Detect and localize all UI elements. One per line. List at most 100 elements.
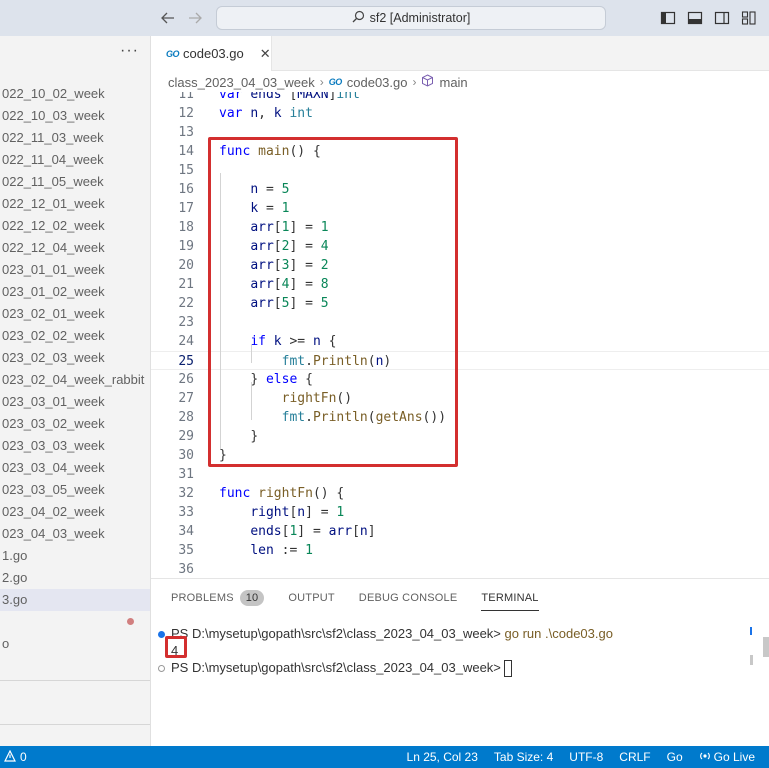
line-number: 16 <box>178 182 194 197</box>
folder-item[interactable]: 023_02_04_week_rabbit <box>0 369 150 391</box>
folder-item[interactable]: 023_01_02_week <box>0 281 150 303</box>
folder-item[interactable]: 023_02_03_week <box>0 347 150 369</box>
breadcrumb-folder[interactable]: class_2023_04_03_week <box>168 75 315 90</box>
tab-output[interactable]: OUTPUT <box>288 589 334 611</box>
code-text: len := 1 <box>250 543 313 558</box>
tab-debug-console[interactable]: DEBUG CONSOLE <box>359 589 458 611</box>
tab-terminal[interactable]: TERMINAL <box>481 589 539 611</box>
file-item[interactable]: o <box>0 633 150 655</box>
problems-count-badge: 10 <box>239 590 265 606</box>
folder-item[interactable]: 022_11_03_week <box>0 127 150 149</box>
line-number: 11 <box>178 92 194 102</box>
toggle-secondary-sidebar-icon[interactable] <box>714 10 730 26</box>
line-number: 31 <box>178 467 194 482</box>
code-line[interactable]: 33 right[n] = 1 <box>151 503 769 522</box>
scroll-marker <box>750 627 752 635</box>
terminal-prompt: PS D:\mysetup\gopath\src\sf2\class_2023_… <box>171 626 501 641</box>
line-number: 22 <box>178 296 194 311</box>
line-ending[interactable]: CRLF <box>619 750 650 764</box>
code-text: func rightFn() { <box>219 486 345 501</box>
command-pending-dot <box>158 665 165 672</box>
folder-item[interactable]: 023_02_02_week <box>0 325 150 347</box>
code-text: right[n] = 1 <box>250 505 345 520</box>
terminal-cursor <box>503 660 512 678</box>
folder-item[interactable]: 023_03_02_week <box>0 413 150 435</box>
folder-item[interactable]: 023_04_03_week <box>0 523 150 545</box>
tab-code03-go[interactable]: GO code03.go ✕ <box>151 36 272 71</box>
more-actions-icon[interactable]: ··· <box>120 42 139 60</box>
back-arrow-icon[interactable] <box>159 8 177 28</box>
folder-item[interactable]: 023_03_04_week <box>0 457 150 479</box>
code-editor[interactable]: 11 var ends [MAXN]int 12 var n, k int 13 14 fu… <box>151 92 769 578</box>
go-live-button[interactable]: Go Live <box>699 750 755 765</box>
status-bar: 0 Ln 25, Col 23 Tab Size: 4 UTF-8 CRLF G… <box>0 746 769 768</box>
folder-item[interactable]: 023_02_01_week <box>0 303 150 325</box>
line-number: 26 <box>178 372 194 387</box>
code-line[interactable]: 31 <box>151 465 769 484</box>
folder-item[interactable]: 023_03_05_week <box>0 479 150 501</box>
panel-tabs: PROBLEMS 10 OUTPUT DEBUG CONSOLE TERMINAL <box>171 589 563 611</box>
encoding[interactable]: UTF-8 <box>569 750 603 764</box>
code-line[interactable]: 36 <box>151 560 769 578</box>
line-number: 28 <box>178 410 194 425</box>
problems-count: 0 <box>20 750 27 764</box>
line-number: 32 <box>178 486 194 501</box>
breadcrumb-file[interactable]: code03.go <box>347 75 408 90</box>
folder-item[interactable]: 023_01_01_week <box>0 259 150 281</box>
terminal-line: PS D:\mysetup\gopath\src\sf2\class_2023_… <box>171 625 613 643</box>
command-center-search[interactable]: sf2 [Administrator] <box>216 6 606 30</box>
editor-tab-bar: GO code03.go ✕ <box>151 36 769 71</box>
line-number: 36 <box>178 562 194 577</box>
line-number: 24 <box>178 334 194 349</box>
file-item-active[interactable]: 3.go <box>0 589 150 611</box>
folder-item[interactable]: 022_12_01_week <box>0 193 150 215</box>
code-line[interactable]: 11 var ends [MAXN]int <box>151 92 769 104</box>
chevron-right-icon: › <box>412 75 417 89</box>
breadcrumb-symbol[interactable]: main <box>439 75 467 90</box>
forward-arrow-icon[interactable] <box>186 8 204 28</box>
search-label: sf2 [Administrator] <box>369 11 471 25</box>
line-number: 19 <box>178 239 194 254</box>
highlight-box <box>208 137 458 467</box>
line-number: 17 <box>178 201 194 216</box>
folder-item[interactable]: 023_03_01_week <box>0 391 150 413</box>
code-line[interactable]: 12 var n, k int <box>151 104 769 123</box>
folder-item[interactable]: 023_03_03_week <box>0 435 150 457</box>
terminal-command: go run .\code03.go <box>504 626 613 641</box>
folder-item[interactable]: 022_12_04_week <box>0 237 150 259</box>
folder-item[interactable]: 022_11_05_week <box>0 171 150 193</box>
code-line[interactable]: 34 ends[1] = arr[n] <box>151 522 769 541</box>
code-line[interactable]: 35 len := 1 <box>151 541 769 560</box>
folder-item[interactable]: 023_04_02_week <box>0 501 150 523</box>
customize-layout-icon[interactable] <box>741 10 757 26</box>
file-item[interactable]: 1.go <box>0 545 150 567</box>
terminal-prompt: PS D:\mysetup\gopath\src\sf2\class_2023_… <box>171 660 501 675</box>
folder-item[interactable]: 022_10_03_week <box>0 105 150 127</box>
tab-problems[interactable]: PROBLEMS 10 <box>171 589 265 611</box>
folder-item[interactable]: 022_12_02_week <box>0 215 150 237</box>
cursor-position[interactable]: Ln 25, Col 23 <box>407 750 478 764</box>
explorer-sidebar: ··· 022_10_02_week 022_10_03_week 022_11… <box>0 36 151 746</box>
output-highlight-box <box>165 636 187 658</box>
modified-indicator <box>127 618 134 625</box>
folder-item[interactable]: 022_11_04_week <box>0 149 150 171</box>
terminal-scrollbar[interactable] <box>763 637 769 657</box>
line-number: 25 <box>178 354 194 369</box>
sidebar-divider <box>0 724 150 725</box>
problems-status[interactable]: 0 <box>4 746 27 768</box>
close-icon[interactable]: ✕ <box>260 46 271 62</box>
line-number: 18 <box>178 220 194 235</box>
line-number: 15 <box>178 163 194 178</box>
cube-icon <box>421 74 434 90</box>
tab-size[interactable]: Tab Size: 4 <box>494 750 553 764</box>
language-mode[interactable]: Go <box>667 750 683 764</box>
code-line[interactable]: 32 func rightFn() { <box>151 484 769 503</box>
go-live-label: Go Live <box>713 750 755 764</box>
search-icon <box>352 10 365 26</box>
file-item[interactable]: 2.go <box>0 567 150 589</box>
toggle-primary-sidebar-icon[interactable] <box>660 10 676 26</box>
line-number: 23 <box>178 315 194 330</box>
line-number: 33 <box>178 505 194 520</box>
folder-item[interactable]: 022_10_02_week <box>0 83 150 105</box>
toggle-panel-icon[interactable] <box>687 10 703 26</box>
